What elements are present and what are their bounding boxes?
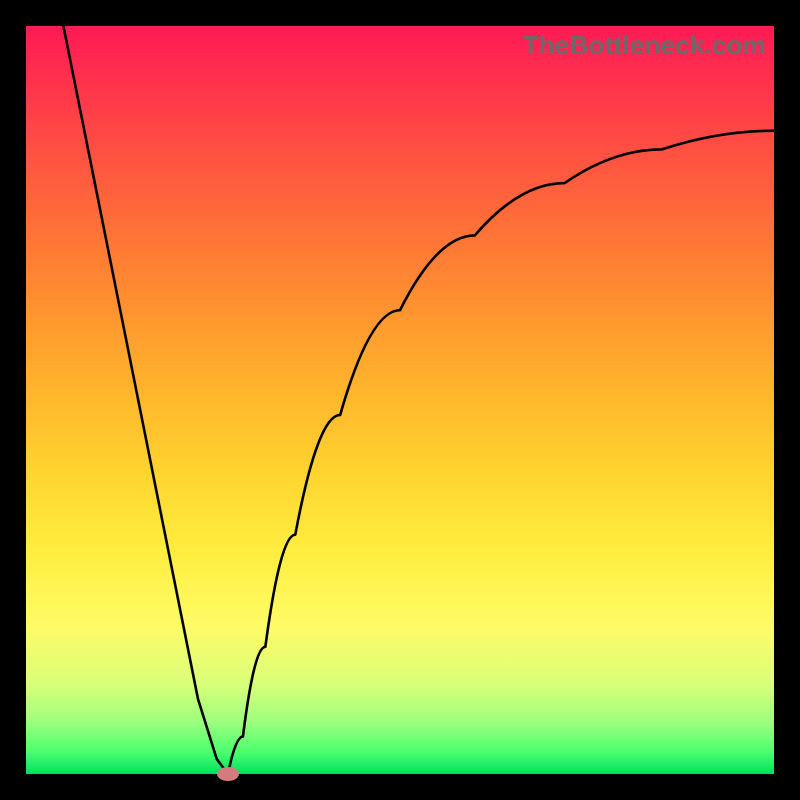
bottleneck-curve: [26, 26, 774, 774]
bottleneck-marker: [217, 767, 239, 781]
curve-left-branch: [63, 26, 228, 774]
plot-area: TheBottleneck.com: [26, 26, 774, 774]
curve-right-branch: [228, 131, 774, 774]
